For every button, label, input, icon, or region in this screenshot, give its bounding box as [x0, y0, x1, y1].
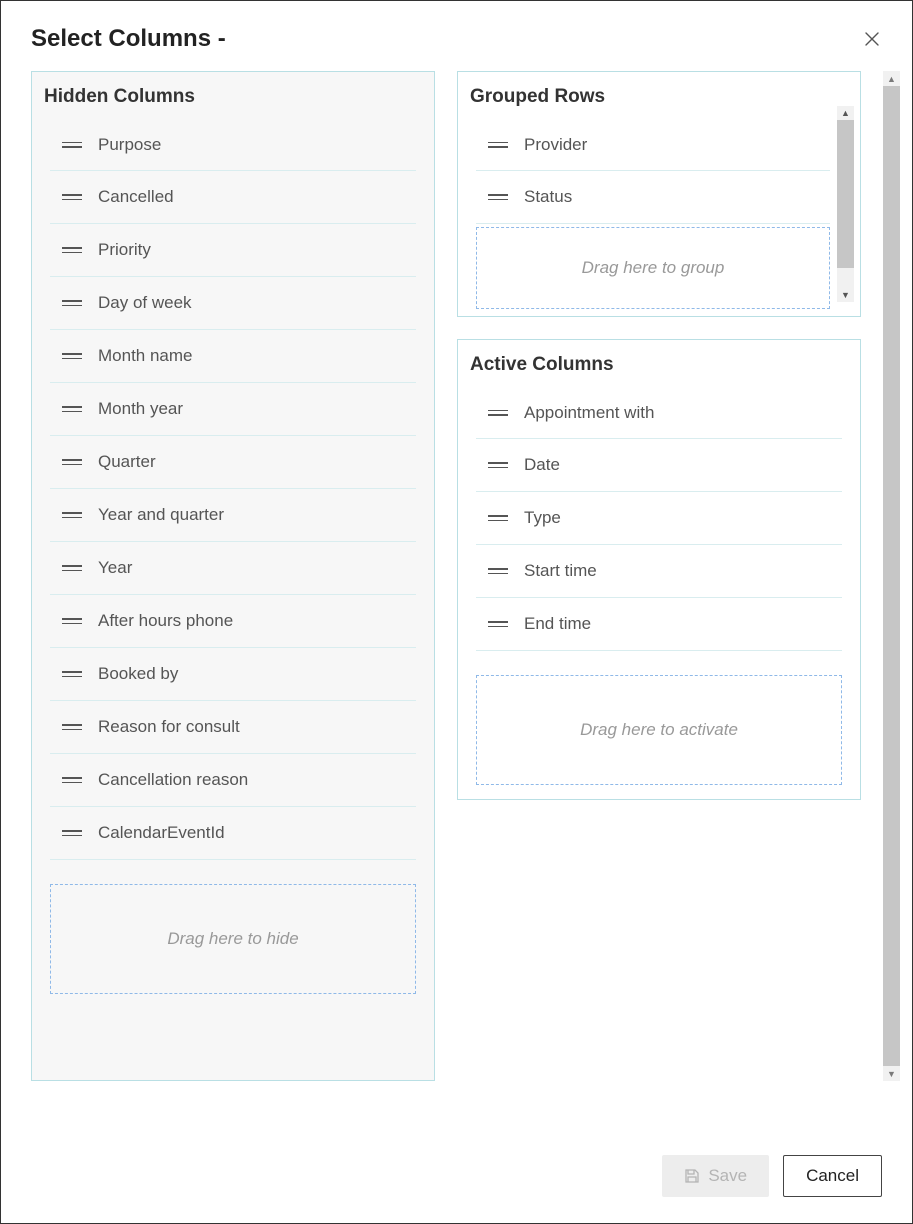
hidden-column-item[interactable]: Year — [50, 542, 416, 595]
scroll-thumb[interactable] — [883, 86, 900, 1066]
save-button-label: Save — [708, 1166, 747, 1186]
hidden-column-item[interactable]: After hours phone — [50, 595, 416, 648]
hidden-column-item[interactable]: Month year — [50, 383, 416, 436]
drag-handle-icon[interactable] — [476, 194, 520, 200]
hidden-columns-title: Hidden Columns — [32, 72, 434, 118]
active-column-item[interactable]: End time — [476, 598, 842, 651]
drag-handle-icon[interactable] — [50, 565, 94, 571]
drag-handle-icon[interactable] — [50, 830, 94, 836]
hidden-column-item[interactable]: Reason for consult — [50, 701, 416, 754]
drag-handle-icon[interactable] — [50, 406, 94, 412]
hidden-column-item[interactable]: Purpose — [50, 118, 416, 171]
hidden-column-item-label: Booked by — [94, 664, 178, 684]
drag-handle-icon[interactable] — [476, 621, 520, 627]
grouped-row-item[interactable]: Provider — [476, 118, 830, 171]
dialog-body: Hidden Columns Purpose Cancelled Priority D… — [1, 71, 912, 1081]
grouped-scrollbar[interactable]: ▲ ▼ — [837, 106, 854, 302]
drag-handle-icon[interactable] — [50, 724, 94, 730]
hidden-column-item-label: Reason for consult — [94, 717, 240, 737]
cancel-button-label: Cancel — [806, 1166, 859, 1186]
hidden-column-item-label: Day of week — [94, 293, 192, 313]
drag-handle-icon[interactable] — [50, 777, 94, 783]
active-column-item[interactable]: Start time — [476, 545, 842, 598]
save-icon — [684, 1168, 700, 1184]
drag-handle-icon[interactable] — [50, 142, 94, 148]
drag-handle-icon[interactable] — [476, 410, 520, 416]
active-column-item[interactable]: Date — [476, 439, 842, 492]
hidden-column-item-label: Priority — [94, 240, 151, 260]
drag-handle-icon[interactable] — [50, 300, 94, 306]
grouped-rows-panel: Grouped Rows Provider Status Drag here to… — [457, 71, 861, 317]
cancel-button[interactable]: Cancel — [783, 1155, 882, 1197]
hidden-column-item[interactable]: Priority — [50, 224, 416, 277]
drag-handle-icon[interactable] — [476, 515, 520, 521]
drag-handle-icon[interactable] — [50, 671, 94, 677]
grouped-row-item-label: Status — [520, 187, 572, 207]
active-columns-panel: Active Columns Appointment with Date Type S… — [457, 339, 861, 800]
scroll-down-icon[interactable]: ▼ — [883, 1066, 900, 1081]
drag-handle-icon[interactable] — [50, 512, 94, 518]
grouped-rows-list: Provider Status — [458, 118, 860, 224]
hidden-columns-list: Purpose Cancelled Priority Day of week Month… — [32, 118, 434, 878]
scroll-thumb[interactable] — [837, 120, 854, 268]
active-column-item[interactable]: Appointment with — [476, 386, 842, 439]
active-column-item[interactable]: Type — [476, 492, 842, 545]
active-column-item-label: Type — [520, 508, 561, 528]
dialog-header: Select Columns - — [1, 1, 912, 71]
hidden-column-item[interactable]: Day of week — [50, 277, 416, 330]
hidden-columns-panel: Hidden Columns Purpose Cancelled Priority D… — [31, 71, 435, 1081]
active-columns-list: Appointment with Date Type Start time End ti… — [458, 386, 860, 669]
scroll-up-icon[interactable]: ▲ — [883, 71, 900, 86]
active-column-item-label: Start time — [520, 561, 597, 581]
active-column-item-label: Date — [520, 455, 560, 475]
grouped-dropzone[interactable]: Drag here to group — [476, 227, 830, 309]
hidden-column-item-label: Month name — [94, 346, 193, 366]
grouped-row-item[interactable]: Status — [476, 171, 830, 224]
hidden-column-item[interactable]: Quarter — [50, 436, 416, 489]
hidden-column-item-label: Year and quarter — [94, 505, 224, 525]
save-button[interactable]: Save — [662, 1155, 769, 1197]
drag-handle-icon[interactable] — [476, 462, 520, 468]
hidden-column-item[interactable]: Cancelled — [50, 171, 416, 224]
hidden-column-item[interactable]: Month name — [50, 330, 416, 383]
active-dropzone[interactable]: Drag here to activate — [476, 675, 842, 785]
body-scrollbar[interactable]: ▲ ▼ — [883, 71, 900, 1081]
active-columns-title: Active Columns — [458, 340, 860, 386]
hidden-column-item-label: CalendarEventId — [94, 823, 225, 843]
hidden-dropzone[interactable]: Drag here to hide — [50, 884, 416, 994]
scroll-down-icon[interactable]: ▼ — [837, 288, 854, 302]
hidden-column-item[interactable]: CalendarEventId — [50, 807, 416, 860]
drag-handle-icon[interactable] — [476, 142, 520, 148]
grouped-rows-title: Grouped Rows — [458, 72, 860, 118]
drag-handle-icon[interactable] — [50, 353, 94, 359]
hidden-column-item-label: Cancellation reason — [94, 770, 248, 790]
drag-handle-icon[interactable] — [50, 618, 94, 624]
close-button[interactable] — [862, 29, 882, 49]
hidden-column-item-label: Quarter — [94, 452, 156, 472]
active-column-item-label: Appointment with — [520, 403, 654, 423]
grouped-row-item-label: Provider — [520, 135, 587, 155]
dialog-footer: Save Cancel — [1, 1133, 912, 1223]
drag-handle-icon[interactable] — [50, 194, 94, 200]
hidden-column-item-label: Purpose — [94, 135, 161, 155]
drag-handle-icon[interactable] — [476, 568, 520, 574]
select-columns-dialog: Select Columns - Hidden Columns Purpose C… — [0, 0, 913, 1224]
drag-handle-icon[interactable] — [50, 459, 94, 465]
drag-handle-icon[interactable] — [50, 247, 94, 253]
hidden-column-item[interactable]: Booked by — [50, 648, 416, 701]
hidden-column-item-label: After hours phone — [94, 611, 233, 631]
active-column-item-label: End time — [520, 614, 591, 634]
hidden-column-item[interactable]: Year and quarter — [50, 489, 416, 542]
hidden-column-item-label: Month year — [94, 399, 183, 419]
hidden-column-item-label: Year — [94, 558, 132, 578]
scroll-up-icon[interactable]: ▲ — [837, 106, 854, 120]
dialog-title: Select Columns - — [31, 25, 226, 53]
hidden-column-item[interactable]: Cancellation reason — [50, 754, 416, 807]
hidden-column-item-label: Cancelled — [94, 187, 174, 207]
close-icon — [864, 31, 880, 47]
